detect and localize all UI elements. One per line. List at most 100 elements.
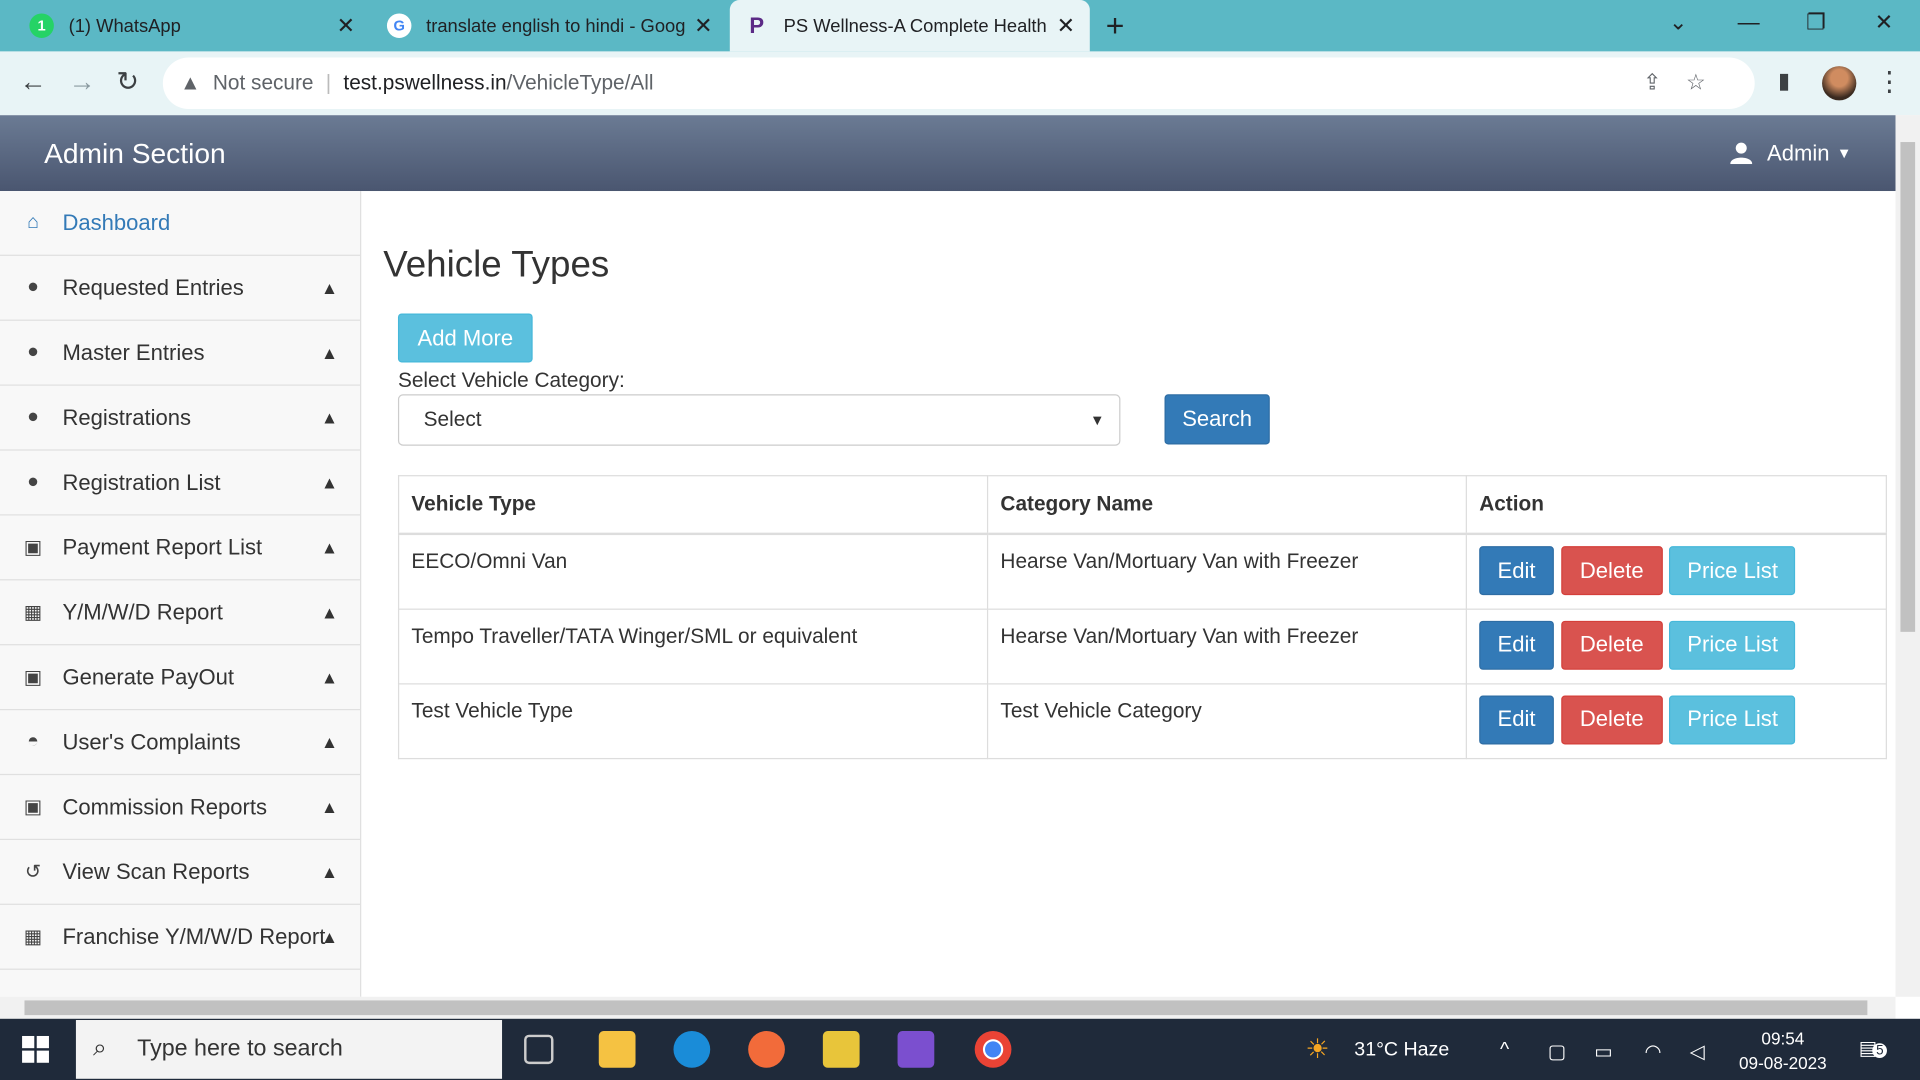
price-list-button[interactable]: Price List bbox=[1669, 694, 1796, 744]
sidebar-item-generate-payout[interactable]: ▣ Generate PayOut ▲ bbox=[0, 645, 361, 711]
clock-time: 09:54 bbox=[1761, 1028, 1805, 1049]
page: Admin Section Admin ▼ ⌂ Dashboard ● Requ… bbox=[0, 115, 1896, 997]
file-explorer-icon[interactable] bbox=[598, 1031, 636, 1068]
side-panel-icon[interactable]: ▮ bbox=[1778, 69, 1790, 95]
sidebar-item-registrations[interactable]: ● Registrations ▲ bbox=[0, 386, 361, 451]
calendar-icon: ▦ bbox=[23, 602, 43, 624]
cell-vehicle-type: EECO/Omni Van bbox=[397, 533, 989, 610]
address-bar[interactable]: ▲ Not secure | test.pswellness.in /Vehic… bbox=[162, 57, 1755, 109]
chrome-icon[interactable] bbox=[974, 1031, 1012, 1068]
column-header-action: Action bbox=[1465, 475, 1887, 536]
table-row: Test Vehicle Type Test Vehicle Category … bbox=[397, 682, 1887, 759]
vertical-scrollbar[interactable] bbox=[1895, 115, 1920, 997]
weather-label[interactable]: 31°C Haze bbox=[1354, 1040, 1449, 1062]
tab-search-icon[interactable]: ⌄ bbox=[1669, 10, 1687, 36]
profile-avatar[interactable] bbox=[1822, 66, 1857, 101]
wifi-icon[interactable]: ◠ bbox=[1645, 1040, 1662, 1064]
url-path: /VehicleType/All bbox=[506, 71, 654, 95]
restore-icon[interactable]: ❐ bbox=[1806, 10, 1826, 36]
battery-icon[interactable]: ▭ bbox=[1594, 1040, 1613, 1064]
main-content: Vehicle Types Add More Select Vehicle Ca… bbox=[383, 191, 1889, 759]
close-tab-icon[interactable]: ✕ bbox=[694, 13, 712, 39]
sql-server-icon[interactable] bbox=[822, 1031, 860, 1068]
new-tab-button[interactable]: + bbox=[1106, 7, 1125, 45]
pswellness-icon: P bbox=[749, 12, 765, 38]
vehicle-category-label: Select Vehicle Category: bbox=[397, 368, 625, 392]
edge-icon[interactable] bbox=[673, 1031, 711, 1068]
minimize-icon[interactable]: — bbox=[1738, 10, 1760, 36]
sidebar-item-commission-reports[interactable]: ▣ Commission Reports ▲ bbox=[0, 775, 361, 841]
share-icon[interactable]: ⇪ ☆ bbox=[1643, 70, 1706, 96]
delete-button[interactable]: Delete bbox=[1560, 620, 1663, 670]
cell-actions: Edit Delete Price List bbox=[1465, 533, 1887, 610]
url-host: test.pswellness.in bbox=[343, 71, 507, 95]
user-icon: ● bbox=[27, 406, 39, 428]
edit-button[interactable]: Edit bbox=[1479, 620, 1554, 670]
notification-count: 5 bbox=[1872, 1043, 1888, 1058]
search-icon: ⌕ bbox=[93, 1034, 107, 1062]
add-more-button[interactable]: Add More bbox=[397, 313, 533, 363]
brand-title[interactable]: Admin Section bbox=[44, 137, 226, 170]
close-tab-icon[interactable]: ✕ bbox=[337, 13, 355, 39]
sidebar-item-dashboard[interactable]: ⌂ Dashboard bbox=[0, 191, 361, 256]
search-button[interactable]: Search bbox=[1164, 394, 1270, 445]
show-hidden-icon[interactable]: ^ bbox=[1500, 1040, 1509, 1062]
scrollbar-thumb[interactable] bbox=[1900, 142, 1916, 632]
browser-tab-google[interactable]: G translate english to hindi - Goog ✕ bbox=[372, 0, 727, 51]
sidebar-item-requested-entries[interactable]: ● Requested Entries ▲ bbox=[0, 256, 361, 321]
browser-tab-pswellness[interactable]: P PS Wellness-A Complete Health C ✕ bbox=[729, 0, 1090, 52]
chevron-up-icon: ▲ bbox=[320, 732, 338, 752]
money-icon: ▣ bbox=[23, 797, 43, 818]
sidebar-item-franchise-ymwd-report[interactable]: ▦ Franchise Y/M/W/D Report ▲ bbox=[0, 905, 361, 970]
chevron-up-icon: ▲ bbox=[320, 602, 338, 623]
task-view-icon[interactable] bbox=[524, 1034, 554, 1065]
clock[interactable]: 09:54 09-08-2023 bbox=[1734, 1026, 1832, 1075]
table-row: EECO/Omni Van Hearse Van/Mortuary Van wi… bbox=[397, 533, 1887, 610]
delete-button[interactable]: Delete bbox=[1560, 694, 1663, 744]
cell-category-name: Hearse Van/Mortuary Van with Freezer bbox=[986, 533, 1467, 610]
chevron-up-icon: ▲ bbox=[320, 926, 338, 947]
not-secure-label: Not secure bbox=[212, 71, 314, 95]
sidebar-item-ymwd-report[interactable]: ▦ Y/M/W/D Report ▲ bbox=[0, 580, 361, 646]
scrollbar-thumb[interactable] bbox=[24, 1000, 1868, 1016]
edit-button[interactable]: Edit bbox=[1479, 546, 1554, 596]
browser-tab-whatsapp[interactable]: 1 (1) WhatsApp ✕ bbox=[15, 0, 370, 51]
menu-icon[interactable]: ⋮ bbox=[1876, 66, 1903, 98]
reload-icon[interactable]: ↻ bbox=[116, 66, 139, 98]
chevron-up-icon: ▲ bbox=[320, 537, 338, 558]
back-icon[interactable]: ← bbox=[20, 66, 47, 98]
edit-button[interactable]: Edit bbox=[1479, 694, 1554, 744]
browser-tab-strip: 1 (1) WhatsApp ✕ G translate english to … bbox=[0, 0, 1920, 52]
table-header-row: Vehicle Type Category Name Action bbox=[397, 475, 1887, 536]
whatsapp-icon: 1 bbox=[29, 13, 54, 38]
calendar-icon: ▦ bbox=[23, 926, 43, 948]
close-window-icon[interactable]: ✕ bbox=[1875, 10, 1893, 36]
sidebar-item-users-complaints[interactable]: ◓ User's Complaints ▲ bbox=[0, 710, 361, 776]
sidebar-item-master-entries[interactable]: ● Master Entries ▲ bbox=[0, 321, 361, 386]
delete-button[interactable]: Delete bbox=[1560, 546, 1663, 596]
chevron-down-icon: ▼ bbox=[1089, 411, 1105, 429]
vehicle-types-table: Vehicle Type Category Name Action EECO/O… bbox=[397, 475, 1887, 759]
postman-icon[interactable] bbox=[748, 1031, 785, 1068]
admin-dropdown[interactable]: Admin ▼ bbox=[1730, 140, 1851, 166]
horizontal-scrollbar[interactable] bbox=[0, 996, 1896, 1019]
visual-studio-icon[interactable] bbox=[897, 1031, 935, 1068]
chevron-up-icon: ▲ bbox=[320, 342, 338, 363]
cell-actions: Edit Delete Price List bbox=[1465, 607, 1887, 684]
forward-icon[interactable]: → bbox=[69, 66, 96, 98]
sidebar-item-payment-report-list[interactable]: ▣ Payment Report List ▲ bbox=[0, 516, 361, 581]
cell-actions: Edit Delete Price List bbox=[1465, 682, 1887, 759]
notifications-icon[interactable]: ▤5 bbox=[1859, 1036, 1888, 1060]
clock-date: 09-08-2023 bbox=[1739, 1053, 1827, 1073]
sidebar-item-registration-list[interactable]: ● Registration List ▲ bbox=[0, 451, 361, 516]
close-tab-icon[interactable]: ✕ bbox=[1057, 13, 1075, 39]
meet-now-icon[interactable]: ▢ bbox=[1548, 1040, 1567, 1064]
volume-icon[interactable]: ◁ bbox=[1690, 1040, 1705, 1064]
price-list-button[interactable]: Price List bbox=[1669, 620, 1796, 670]
sidebar-item-view-scan-reports[interactable]: ↺ View Scan Reports ▲ bbox=[0, 840, 361, 905]
taskbar-search-input[interactable]: ⌕ Type here to search bbox=[75, 1020, 503, 1079]
price-list-button[interactable]: Price List bbox=[1669, 546, 1796, 596]
chevron-up-icon: ▲ bbox=[320, 277, 338, 298]
vehicle-category-select[interactable]: Select ▼ bbox=[397, 394, 1121, 446]
windows-start-icon[interactable] bbox=[22, 1035, 49, 1063]
